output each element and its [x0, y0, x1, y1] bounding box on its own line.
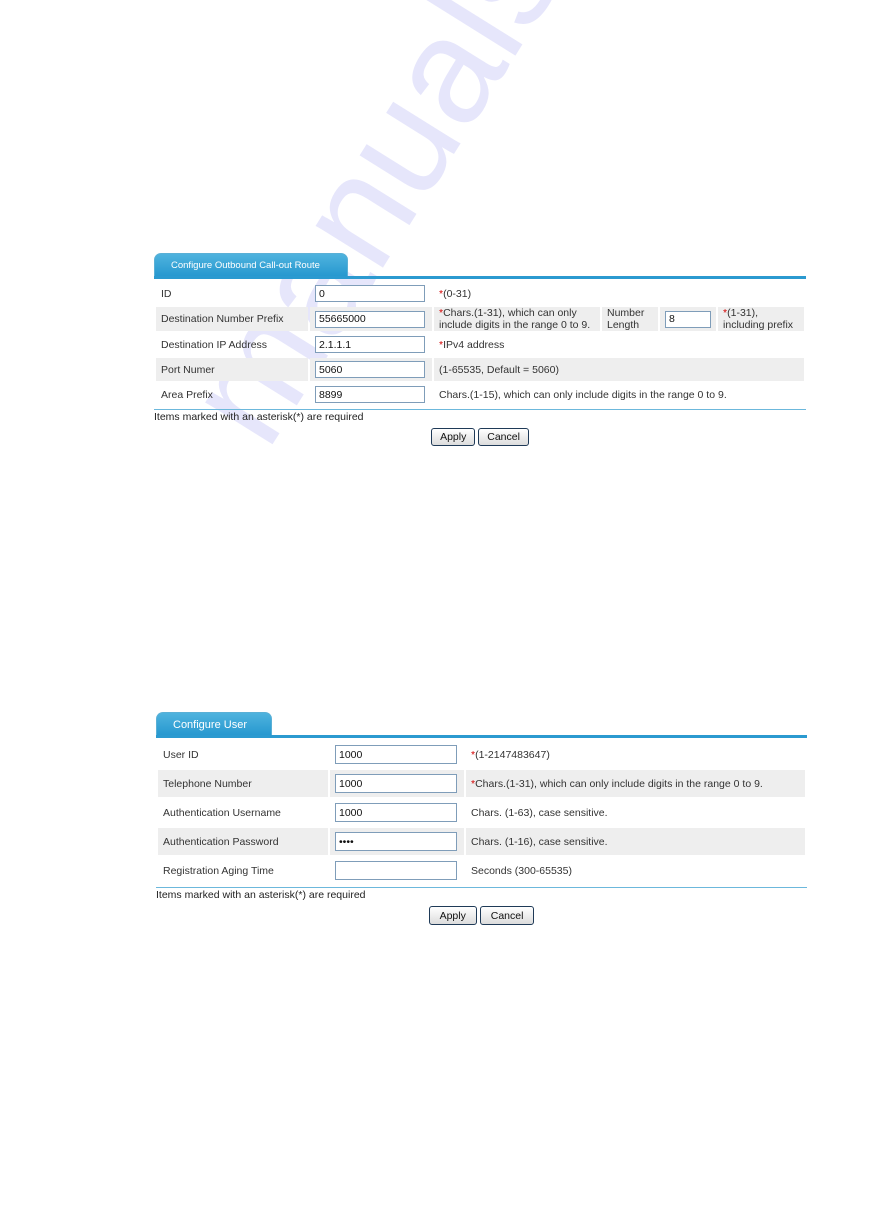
- form-row-destination-prefix: Destination Number Prefix *Chars.(1-31),…: [156, 307, 804, 331]
- number-length-input[interactable]: [665, 310, 711, 328]
- field-label: Telephone Number: [158, 770, 328, 797]
- destination-ip-input[interactable]: [315, 336, 425, 353]
- field-label: Destination Number Prefix: [156, 307, 308, 331]
- field-hint: *(0-31): [434, 282, 804, 305]
- field-hint: *IPv4 address: [434, 333, 804, 356]
- form-row-telephone: Telephone Number *Chars.(1-31), which ca…: [158, 770, 805, 797]
- id-input[interactable]: [315, 285, 425, 302]
- tab-underline: [154, 276, 806, 279]
- field-hint: *Chars.(1-31), which can only include di…: [434, 307, 600, 331]
- cancel-button[interactable]: Cancel: [478, 428, 529, 446]
- cancel-button[interactable]: Cancel: [479, 906, 535, 925]
- configure-user-panel: Configure User User ID *(1-2147483647) T…: [156, 712, 807, 925]
- area-prefix-input[interactable]: [315, 386, 425, 403]
- button-bar: Apply Cancel: [156, 906, 807, 925]
- outbound-route-form: ID *(0-31) Destination Number Prefix *Ch…: [154, 280, 806, 408]
- tab-configure-outbound-route[interactable]: Configure Outbound Call-out Route: [154, 253, 348, 277]
- configure-user-form: User ID *(1-2147483647) Telephone Number…: [156, 739, 807, 886]
- required-note: Items marked with an asterisk(*) are req…: [154, 411, 364, 423]
- field-hint: Chars. (1-16), case sensitive.: [466, 828, 805, 855]
- form-row-area-prefix: Area Prefix Chars.(1-15), which can only…: [156, 383, 804, 406]
- apply-button[interactable]: Apply: [431, 428, 476, 446]
- tab-underline: [156, 735, 807, 738]
- field-label: Destination IP Address: [161, 338, 268, 351]
- outbound-route-panel: Configure Outbound Call-out Route ID *(0…: [154, 253, 806, 446]
- telephone-input[interactable]: [335, 774, 457, 793]
- form-row-aging-time: Registration Aging Time Seconds (300-655…: [158, 857, 805, 884]
- field-hint: Seconds (300-65535): [471, 864, 572, 877]
- required-note: Items marked with an asterisk(*) are req…: [156, 889, 366, 901]
- hint-text: (1-2147483647): [475, 748, 550, 761]
- field-hint: (1-65535, Default = 5060): [434, 358, 804, 381]
- field-hint: *(1-2147483647): [466, 741, 805, 768]
- hint-text: Chars.(1-31), which can only include dig…: [439, 307, 591, 331]
- divider: [154, 409, 806, 410]
- field-hint: Chars.(1-15), which can only include dig…: [439, 388, 727, 401]
- user-id-input[interactable]: [335, 745, 457, 764]
- hint-text: Chars.(1-31), which can only include dig…: [475, 777, 763, 790]
- form-row-auth-username: Authentication Username Chars. (1-63), c…: [158, 799, 805, 826]
- field-label: Port Numer: [156, 358, 308, 381]
- field-label: User ID: [163, 748, 199, 761]
- auth-username-input[interactable]: [335, 803, 457, 822]
- form-row-destination-ip: Destination IP Address *IPv4 address: [156, 333, 804, 356]
- field-hint: *Chars.(1-31), which can only include di…: [466, 770, 805, 797]
- destination-prefix-input[interactable]: [315, 310, 425, 328]
- tab-header: Configure User: [156, 712, 807, 738]
- field-label: Authentication Password: [158, 828, 328, 855]
- auth-password-input[interactable]: [335, 832, 457, 851]
- button-bar: Apply Cancel: [154, 428, 806, 446]
- tab-header: Configure Outbound Call-out Route: [154, 253, 806, 279]
- port-input[interactable]: [315, 361, 425, 378]
- divider: [156, 887, 807, 888]
- aging-time-input[interactable]: [335, 861, 457, 880]
- hint-text: IPv4 address: [443, 338, 505, 351]
- field-label: Area Prefix: [161, 388, 213, 401]
- field-hint: Chars. (1-63), case sensitive.: [471, 806, 608, 819]
- form-row-user-id: User ID *(1-2147483647): [158, 741, 805, 768]
- hint-text: (0-31): [443, 287, 472, 300]
- tab-configure-user[interactable]: Configure User: [156, 712, 272, 736]
- field-label: Registration Aging Time: [163, 864, 274, 877]
- form-row-id: ID *(0-31): [156, 282, 804, 305]
- hint-text: (1-31), including prefix: [723, 307, 794, 331]
- field-label: Authentication Username: [163, 806, 281, 819]
- field-label: ID: [161, 287, 172, 300]
- field-label: Number Length: [602, 307, 658, 331]
- form-row-port: Port Numer (1-65535, Default = 5060): [156, 358, 804, 381]
- apply-button[interactable]: Apply: [428, 906, 477, 925]
- form-row-auth-password: Authentication Password Chars. (1-16), c…: [158, 828, 805, 855]
- field-hint: *(1-31), including prefix: [718, 307, 804, 331]
